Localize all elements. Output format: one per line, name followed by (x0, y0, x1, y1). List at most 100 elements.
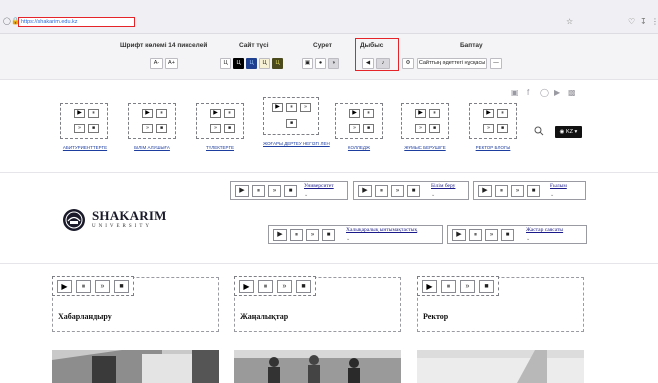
play-icon[interactable]: ▶ (478, 185, 492, 197)
forward-icon[interactable]: » (142, 124, 153, 133)
forward-icon[interactable]: » (210, 124, 221, 133)
card-rector[interactable]: ▶ ⏸ » ■ Ректор (417, 276, 584, 332)
image-on-button[interactable]: ▣ (302, 58, 313, 69)
nav-link-rector-blog[interactable]: РЕКТОР БЛОГЫ (469, 145, 517, 150)
pause-icon[interactable]: ⏸ (224, 109, 235, 118)
nav-card-employers[interactable]: ▶ ⏸ » ■ (401, 103, 449, 139)
nav-card-postgraduate[interactable]: ▶ ⏸ » ■ (263, 97, 319, 135)
chevron-down-icon[interactable]: ⌄ (304, 192, 308, 198)
chevron-down-icon[interactable]: ⌄ (550, 192, 554, 198)
forward-icon[interactable]: » (349, 124, 360, 133)
nav-link-employers[interactable]: ЖҰМЫС БЕРУШІГЕ (401, 145, 449, 150)
download-icon[interactable]: ↧ (640, 17, 647, 26)
stop-icon[interactable]: ■ (322, 229, 335, 241)
play-icon[interactable]: ▶ (349, 109, 360, 118)
stop-icon[interactable]: ■ (156, 124, 167, 133)
pause-icon[interactable]: ⏸ (429, 109, 440, 118)
nav-link-college[interactable]: КОЛЛЕДЖ (335, 145, 383, 150)
card-title-news[interactable]: Жаңалықтар (240, 312, 288, 321)
stop-icon[interactable]: ■ (296, 280, 311, 293)
nav-card-graduates[interactable]: ▶ ⏸ » ■ (196, 103, 244, 139)
pause-icon[interactable]: ⏸ (156, 109, 167, 118)
nav-card-students[interactable]: ▶ ⏸ » ■ (128, 103, 176, 139)
play-icon[interactable]: ▶ (235, 185, 249, 197)
card-news[interactable]: ▶ ⏸ » ■ Жаңалықтар (234, 276, 401, 332)
color-beige-button[interactable]: Ц (259, 58, 270, 69)
menu-youth-policy[interactable]: Жастар саясаты (526, 227, 563, 233)
shield-icon[interactable]: ◯ (3, 18, 11, 26)
regular-site-button[interactable]: Сайттың әдеттегі нұсқасы (417, 58, 487, 69)
stop-icon[interactable]: ■ (88, 124, 99, 133)
image-gray-button[interactable]: ◑ (328, 58, 339, 69)
stop-icon[interactable]: ■ (114, 280, 129, 293)
forward-icon[interactable]: » (511, 185, 524, 197)
stop-icon[interactable]: ■ (286, 119, 297, 128)
menu-icon[interactable]: ⋮ (651, 17, 658, 26)
facebook-icon[interactable]: f (527, 88, 529, 97)
menu-international[interactable]: Халықаралық ынтымақтастық (346, 227, 417, 233)
forward-icon[interactable]: » (391, 185, 404, 197)
pause-icon[interactable]: ⏸ (497, 109, 508, 118)
chevron-down-icon[interactable]: ⌄ (346, 236, 350, 242)
forward-icon[interactable]: » (74, 124, 85, 133)
play-icon[interactable]: ▶ (142, 109, 153, 118)
stop-icon[interactable]: ■ (284, 185, 297, 197)
forward-icon[interactable]: » (268, 185, 281, 197)
pause-icon[interactable]: ⏸ (495, 185, 508, 197)
instagram-icon[interactable]: ▣ (511, 88, 519, 97)
play-icon[interactable]: ▶ (415, 109, 426, 118)
nav-link-postgraduate[interactable]: ЖОҒАРЫ ДЕРТЕУ НЕГІЗГІ ЛЕН (263, 141, 330, 146)
stop-icon[interactable]: ■ (224, 124, 235, 133)
nav-card-college[interactable]: ▶ ⏸ » ■ (335, 103, 383, 139)
pause-icon[interactable]: ⏸ (363, 109, 374, 118)
pause-icon[interactable]: ⏸ (76, 280, 91, 293)
color-olive-button[interactable]: Ц (272, 58, 283, 69)
pause-icon[interactable]: ⏸ (441, 280, 456, 293)
forward-icon[interactable]: » (277, 280, 292, 293)
forward-icon[interactable]: » (485, 229, 498, 241)
forward-icon[interactable]: » (483, 124, 494, 133)
play-icon[interactable]: ▶ (272, 103, 283, 112)
news-photo[interactable] (234, 350, 401, 383)
play-icon[interactable]: ▶ (210, 109, 221, 118)
forward-icon[interactable]: » (300, 103, 311, 112)
stop-icon[interactable]: ■ (429, 124, 440, 133)
play-icon[interactable]: ▶ (57, 280, 72, 293)
menu-education[interactable]: Білім беру (431, 183, 455, 189)
play-icon[interactable]: ▶ (239, 280, 254, 293)
play-icon[interactable]: ▶ (483, 109, 494, 118)
stop-icon[interactable]: ■ (501, 229, 514, 241)
stop-icon[interactable]: ■ (527, 185, 540, 197)
play-icon[interactable]: ▶ (422, 280, 437, 293)
pocket-icon[interactable]: ♡ (628, 17, 635, 26)
announcement-photo[interactable] (52, 350, 219, 383)
pause-icon[interactable]: ⏸ (469, 229, 482, 241)
pause-icon[interactable]: ⏸ (258, 280, 273, 293)
play-icon[interactable]: ▶ (452, 229, 466, 241)
telegram-icon[interactable]: ◯ (540, 88, 549, 97)
pause-icon[interactable]: ⏸ (286, 103, 297, 112)
card-title-announcements[interactable]: Хабарландыру (58, 312, 112, 321)
forward-icon[interactable]: » (415, 124, 426, 133)
stop-icon[interactable]: ■ (497, 124, 508, 133)
image-off-button[interactable]: ● (315, 58, 326, 69)
nav-link-graduates[interactable]: ТҮЛЕКТЕРГЕ (196, 145, 244, 150)
address-input[interactable]: https://shakarim.edu.kz (18, 17, 135, 27)
vk-icon[interactable]: ▩ (568, 88, 576, 97)
card-announcements[interactable]: ▶ ⏸ » ■ Хабарландыру (52, 276, 219, 332)
chevron-down-icon[interactable]: ⌄ (431, 192, 435, 198)
rector-photo[interactable] (417, 350, 584, 383)
nav-link-applicants[interactable]: АБИТУРИЕНТТЕРГЕ (61, 145, 109, 150)
language-select[interactable]: ◉ KZ ▾ (555, 126, 582, 138)
font-increase-button[interactable]: A+ (165, 58, 178, 69)
color-blue-button[interactable]: Ц (246, 58, 257, 69)
card-title-rector[interactable]: Ректор (423, 312, 448, 321)
play-icon[interactable]: ▶ (273, 229, 287, 241)
star-icon[interactable]: ☆ (566, 17, 573, 26)
collapse-panel-button[interactable]: — (490, 58, 502, 69)
settings-button[interactable]: ⚙ (402, 58, 414, 69)
stop-icon[interactable]: ■ (407, 185, 420, 197)
chevron-down-icon[interactable]: ⌄ (526, 236, 530, 242)
nav-card-rector-blog[interactable]: ▶ ⏸ » ■ (469, 103, 517, 139)
menu-university[interactable]: Университет (304, 183, 334, 189)
